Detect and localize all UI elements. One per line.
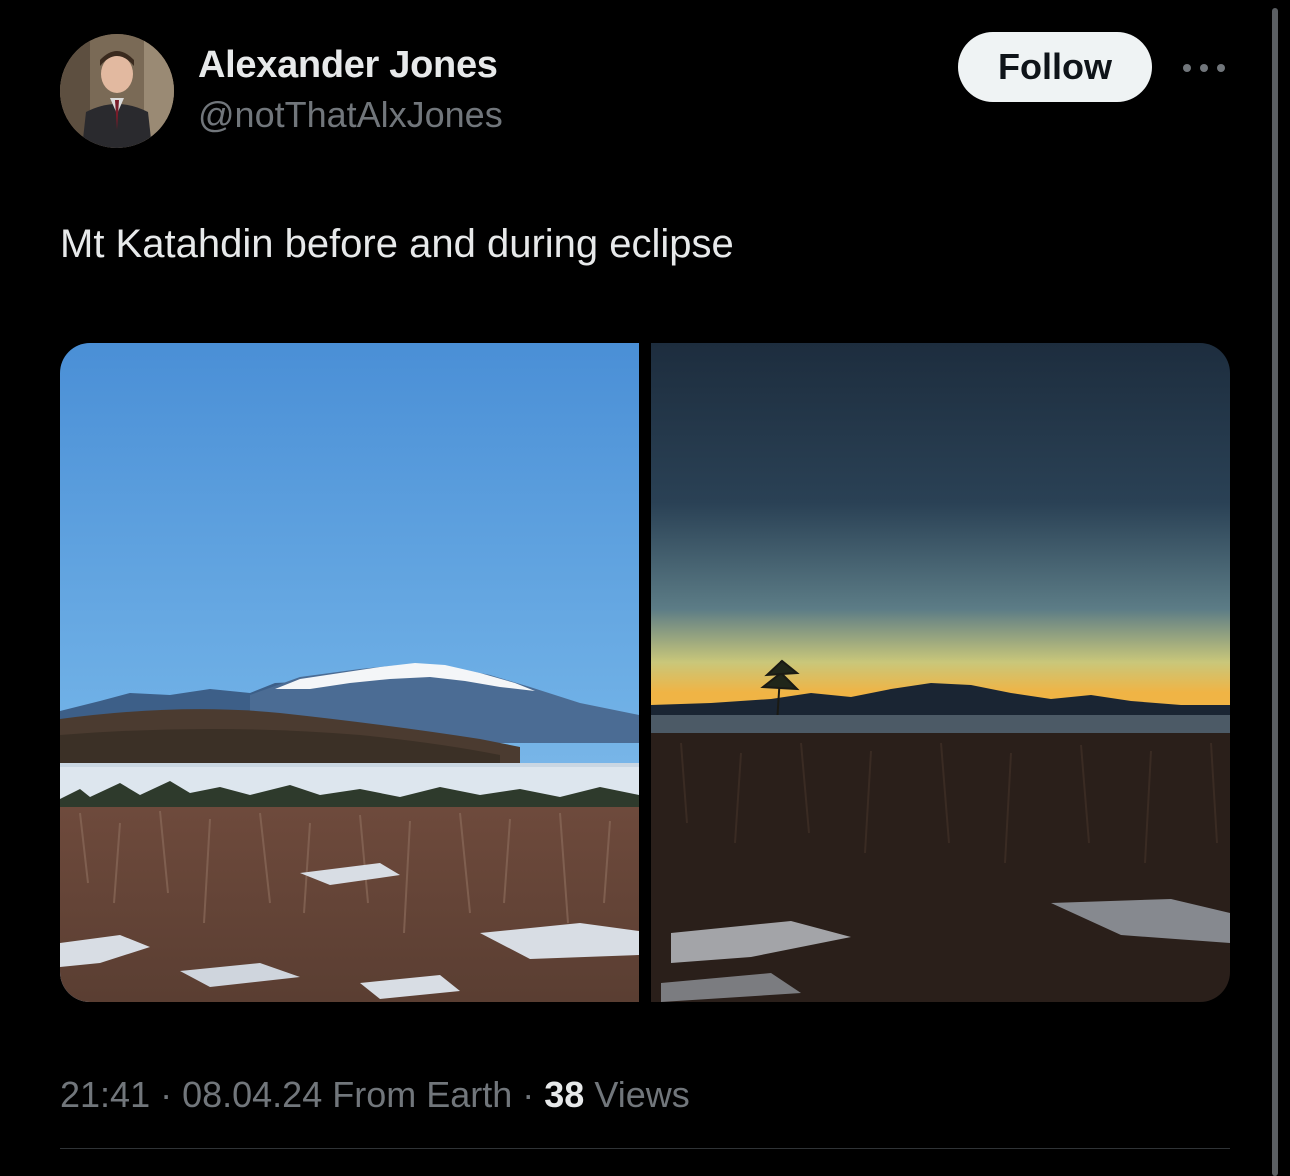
tweet-detail: Alexander Jones @notThatAlxJones Follow …	[0, 0, 1290, 1176]
photo-before-eclipse[interactable]	[60, 343, 639, 1002]
tweet-meta: 21:41 · 08.04.24 From Earth · 38 Views	[60, 1074, 690, 1116]
tweet-date[interactable]: 08.04.24	[182, 1074, 322, 1115]
more-horizontal-icon	[1183, 64, 1225, 72]
more-options-button[interactable]	[1176, 48, 1232, 88]
mountain-eclipse-image	[651, 343, 1230, 1002]
photo-during-eclipse[interactable]	[651, 343, 1230, 1002]
tweet-text: Mt Katahdin before and during eclipse	[60, 222, 734, 266]
scrollbar[interactable]	[1272, 8, 1278, 1176]
meta-separator: ·	[150, 1074, 183, 1115]
views-count: 38	[544, 1074, 585, 1115]
divider	[60, 1148, 1230, 1149]
media-grid	[60, 343, 1230, 1002]
follow-button[interactable]: Follow	[958, 32, 1152, 102]
author-display-name[interactable]: Alexander Jones	[198, 44, 498, 87]
tweet-source: From Earth	[322, 1074, 513, 1115]
tweet-time[interactable]: 21:41	[60, 1074, 150, 1115]
avatar[interactable]	[60, 34, 174, 148]
author-handle[interactable]: @notThatAlxJones	[198, 94, 503, 136]
mountain-daylight-image	[60, 343, 639, 1002]
avatar-photo	[60, 34, 174, 148]
meta-separator: ·	[512, 1074, 545, 1115]
views-label: Views	[584, 1074, 690, 1115]
